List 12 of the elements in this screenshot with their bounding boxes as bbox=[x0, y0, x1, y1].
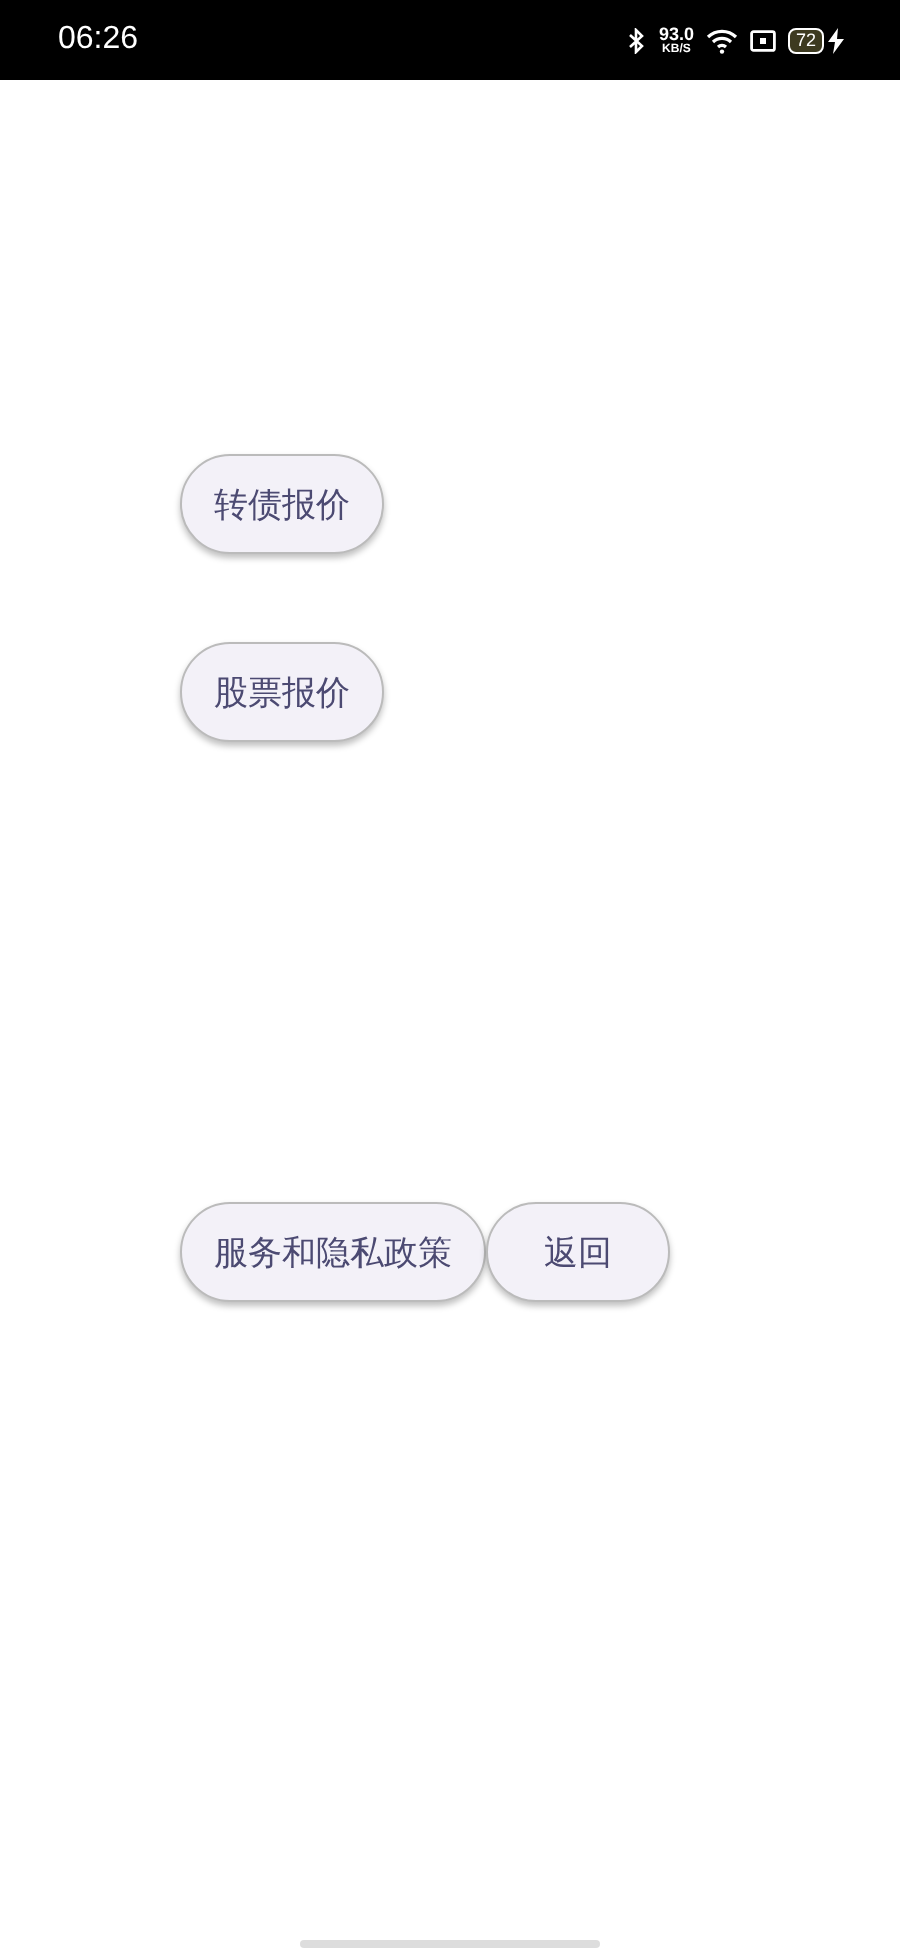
screen-icon bbox=[749, 29, 776, 51]
battery-level: 72 bbox=[787, 27, 824, 53]
home-indicator[interactable] bbox=[300, 1940, 600, 1948]
charging-icon bbox=[828, 27, 844, 53]
quote-button[interactable]: 转债报价 bbox=[180, 454, 384, 554]
back-button[interactable]: 返回 bbox=[486, 1202, 670, 1302]
quote-button[interactable]: 股票报价 bbox=[180, 642, 384, 742]
privacy-policy-button[interactable]: 服务和隐私政策 bbox=[180, 1202, 486, 1302]
wifi-icon bbox=[705, 27, 738, 53]
network-speed: 93.0 bbox=[658, 25, 694, 43]
status-time: 06:26 bbox=[58, 22, 139, 58]
bluetooth-icon bbox=[628, 27, 647, 53]
